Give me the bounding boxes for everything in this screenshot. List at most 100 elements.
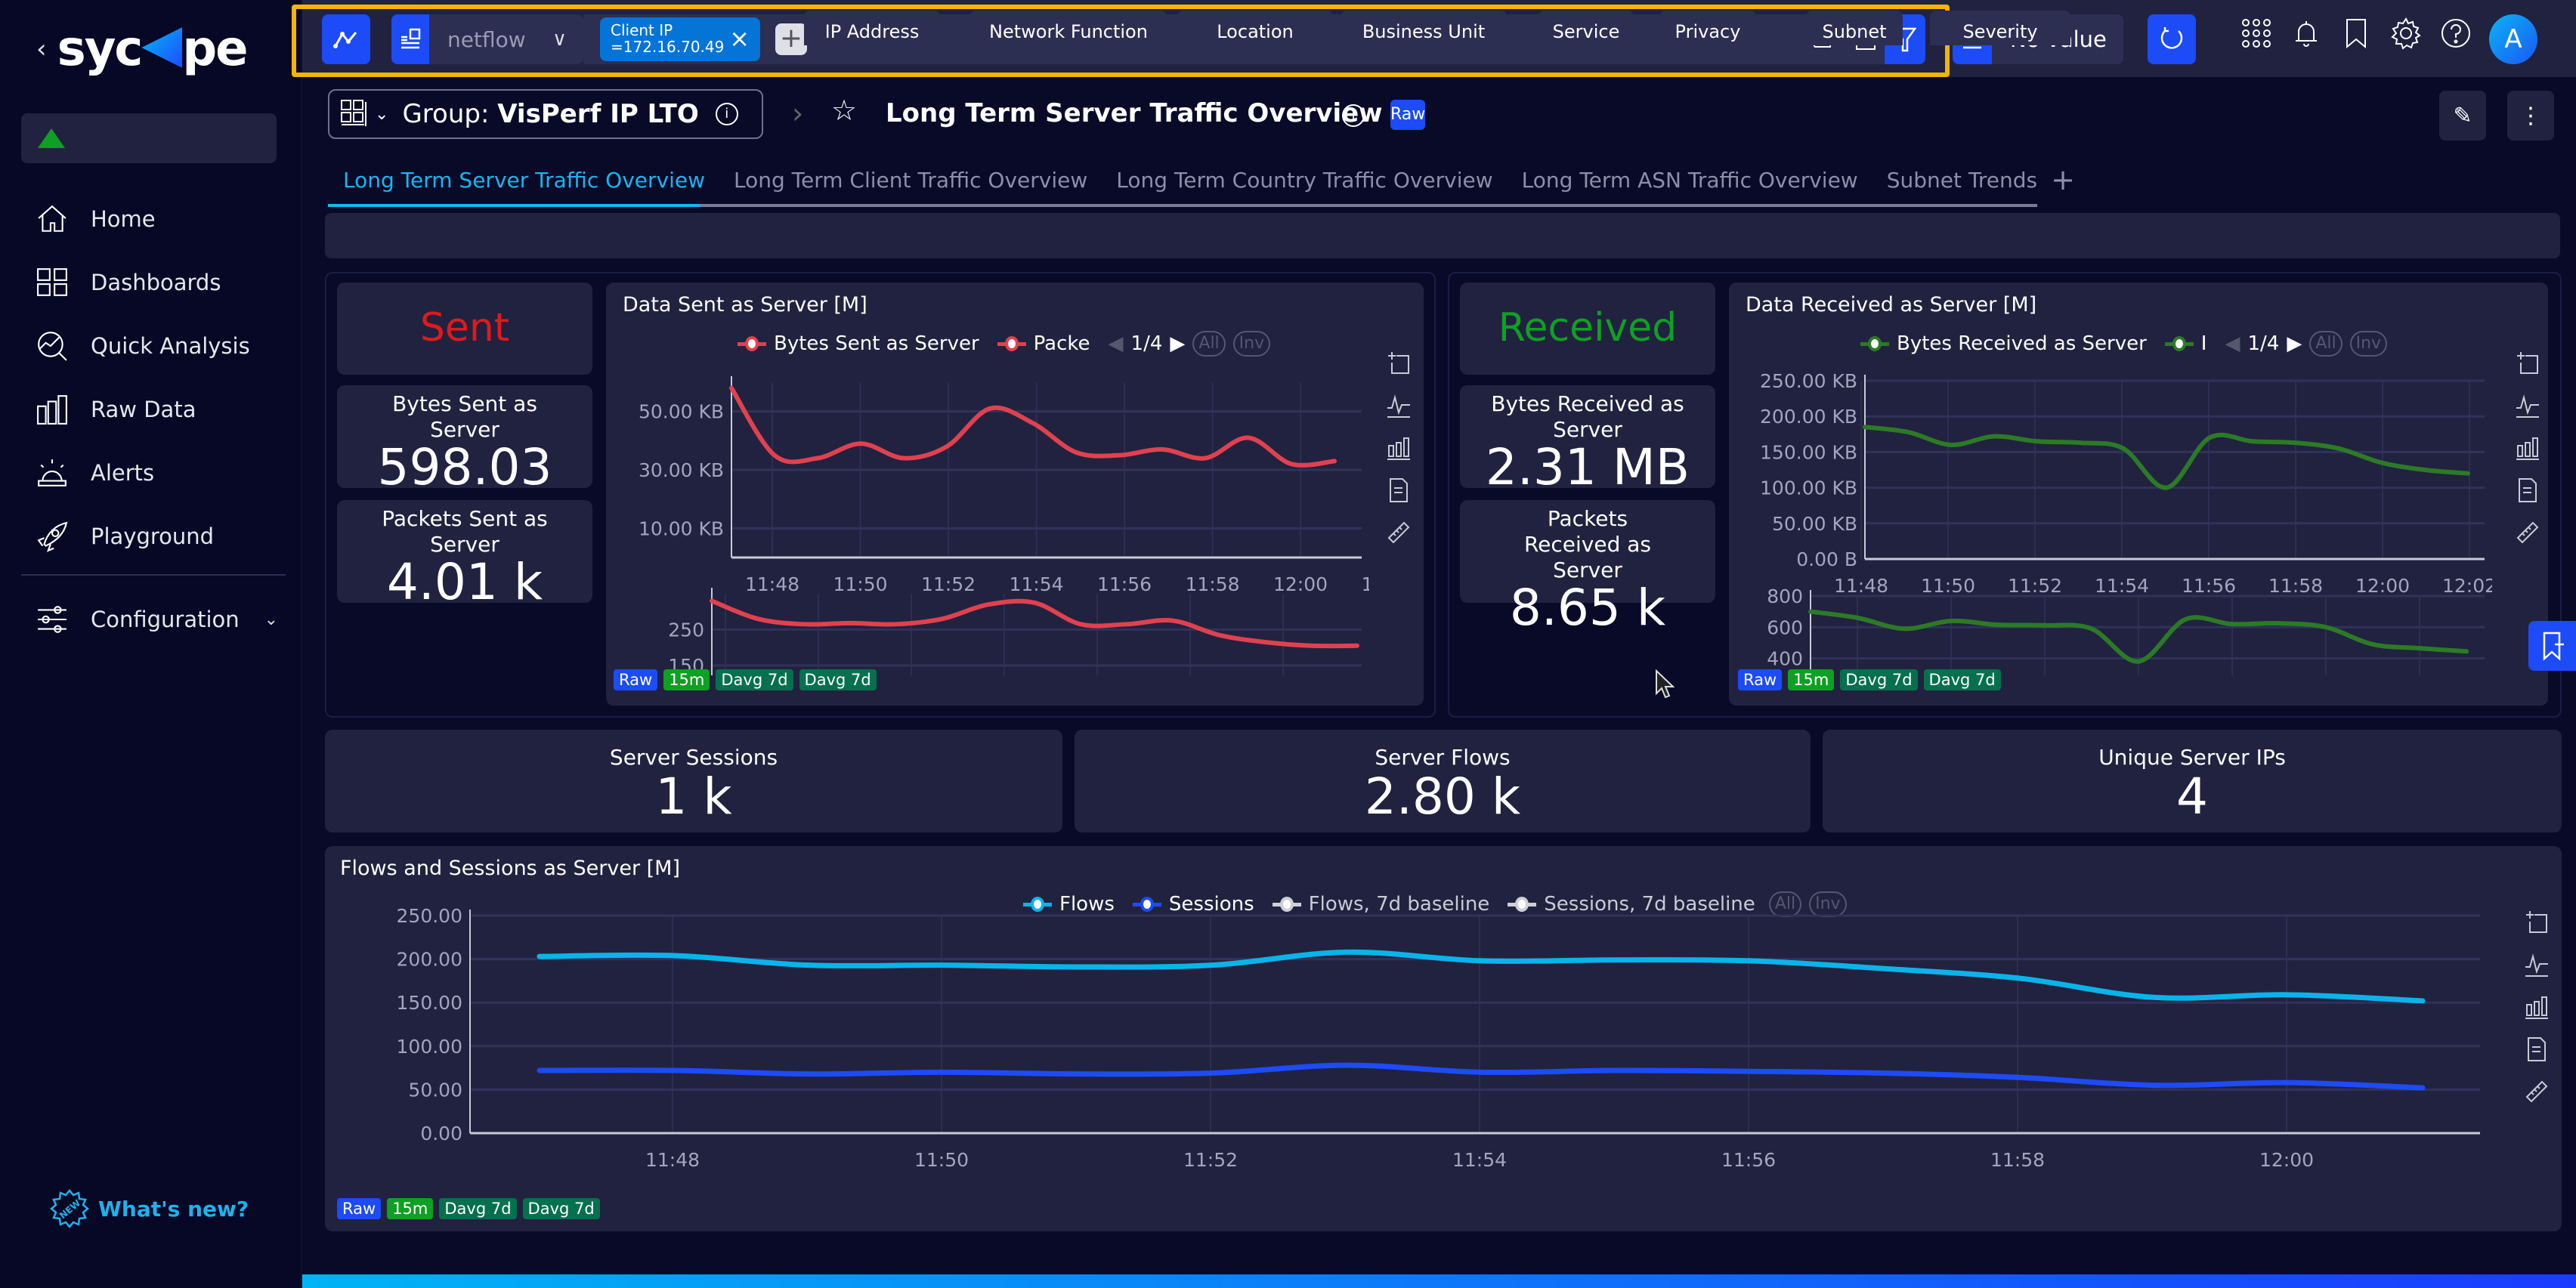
whats-new-link[interactable]: NEW What's new? [50, 1189, 249, 1228]
kpi-value: 4 [2176, 768, 2208, 826]
chevron-down-icon[interactable]: ∨ [552, 28, 567, 51]
kpi-packets-received: Packets Received as Server 8.65 k [1460, 500, 1715, 637]
line-chart-icon [333, 32, 357, 48]
facet-privacy[interactable]: Privacy [1659, 11, 1756, 45]
close-icon[interactable]: × [729, 26, 750, 51]
bookmark-icon[interactable] [2339, 17, 2373, 50]
tab-country-traffic[interactable]: Long Term Country Traffic Overview [1101, 165, 1508, 207]
help-icon[interactable] [2439, 17, 2472, 50]
y-tick-label: 0.00 B [1796, 548, 1857, 570]
add-tab-button[interactable]: + [2051, 165, 2075, 207]
y-tick-label: 800 [1767, 585, 1803, 607]
document-icon[interactable] [1386, 477, 1412, 503]
chart-tools [2524, 910, 2550, 1104]
more-menu-button[interactable]: ⋮ [2507, 91, 2554, 141]
chevron-left-icon[interactable]: ‹ [36, 34, 47, 64]
bar-type-icon[interactable] [1386, 435, 1412, 461]
sidebar-item-home[interactable]: Home [36, 187, 278, 251]
flows-sessions-plot[interactable]: 250.00 200.00 150.00 100.00 50.00 0.00 11:48 11… [325, 907, 2516, 1194]
tab-client-traffic[interactable]: Long Term Client Traffic Overview [719, 165, 1102, 207]
sidebar-item-label: Configuration [91, 607, 240, 632]
status-indicator[interactable] [21, 113, 277, 163]
legend-item[interactable]: Packe [1034, 332, 1090, 355]
datasource-select[interactable]: netflow ∨ [391, 14, 583, 64]
bell-icon[interactable] [2290, 17, 2323, 50]
info-icon[interactable]: i [1342, 104, 1365, 127]
sent-chart-plot[interactable]: 50.00 KB 30.00 KB 10.00 KB 11:48 11:50 11:52 1… [606, 358, 1369, 675]
facet-ip-address[interactable]: IP Address [804, 11, 940, 45]
tab-server-traffic[interactable]: Long Term Server Traffic Overview [328, 165, 720, 207]
ruler-icon[interactable] [2515, 520, 2540, 545]
legend-prev-icon[interactable]: ◀ [1109, 332, 1124, 355]
facet-network-function[interactable]: Network Function [970, 11, 1167, 45]
sidebar-divider [21, 574, 286, 576]
facet-location[interactable]: Location [1177, 11, 1333, 45]
gear-icon[interactable] [2389, 17, 2423, 50]
received-chart-plot[interactable]: 250.00 KB 200.00 KB 150.00 KB 100.00 KB 50.0… [1729, 351, 2492, 675]
x-tick-label: 11:58 [1185, 573, 1239, 595]
line-type-icon[interactable] [1386, 393, 1412, 419]
x-tick-label: 11:52 [1183, 1149, 1238, 1171]
sidebar-nav: Home Dashboards Quick Analysis Raw Data … [36, 187, 278, 568]
facet-business-unit[interactable]: Business Unit [1341, 11, 1507, 45]
bar-type-icon[interactable] [2524, 994, 2550, 1020]
kebab-icon: ⋮ [2519, 102, 2542, 129]
side-bookmark-button[interactable] [2528, 621, 2576, 671]
kpi-value: 4.01 k [386, 553, 543, 611]
facet-service[interactable]: Service [1538, 11, 1634, 45]
sidebar-item-dashboards[interactable]: Dashboards [36, 251, 278, 314]
tag-davg: Davg 7d [439, 1198, 517, 1219]
legend-marker [738, 336, 766, 351]
logo[interactable]: ‹ syc pe [36, 21, 249, 77]
ruler-icon[interactable] [2524, 1079, 2550, 1104]
legend-page: 1/4 [1130, 332, 1163, 355]
edit-button[interactable]: ✎ [2439, 91, 2486, 141]
zoom-select-icon[interactable] [1386, 351, 1412, 376]
y-tick-label: 0.00 [420, 1123, 462, 1144]
filter-chip-client-ip[interactable]: Client IP =172.16.70.49 × [600, 17, 760, 61]
refresh-button[interactable] [2148, 14, 2196, 64]
chart-legend: Bytes Sent as Server Packe ◀ 1/4 ▶ All I… [738, 331, 1271, 357]
x-tick-label: 11:50 [1921, 575, 1975, 597]
add-filter-button[interactable]: + [775, 23, 807, 55]
sidebar-item-alerts[interactable]: Alerts [36, 441, 278, 505]
info-icon[interactable]: i [715, 103, 738, 125]
received-heading-card: Received [1460, 283, 1715, 375]
sidebar-item-playground[interactable]: Playground [36, 505, 278, 568]
group-selector[interactable]: ⌄ Group: VisPerf IP LTO i [328, 89, 763, 139]
sidebar-item-quick-analysis[interactable]: Quick Analysis [36, 314, 278, 378]
sidebar-item-configuration[interactable]: Configuration ⌄ [36, 588, 278, 651]
sidebar-item-raw-data[interactable]: Raw Data [36, 378, 278, 441]
legend-all-button[interactable]: All [1192, 331, 1226, 357]
facet-severity[interactable]: Severity [1930, 11, 2070, 45]
line-type-icon[interactable] [2524, 952, 2550, 978]
tab-asn-traffic[interactable]: Long Term ASN Traffic Overview [1507, 165, 1873, 207]
kpi-unique-server-ips: Unique Server IPs 4 [1823, 730, 2562, 832]
facet-subnet[interactable]: Subnet [1806, 11, 1903, 45]
ruler-icon[interactable] [1386, 520, 1412, 545]
legend-next-icon[interactable]: ▶ [1170, 332, 1185, 355]
y-tick-label: 250.00 KB [1760, 370, 1857, 392]
tag-raw: Raw [614, 669, 658, 690]
user-avatar[interactable]: A [2489, 14, 2537, 64]
legend-item[interactable]: Bytes Sent as Server [774, 332, 979, 355]
star-icon[interactable]: ☆ [831, 94, 857, 127]
query-mode-button[interactable] [322, 14, 370, 64]
x-tick-label: 11:54 [1009, 573, 1063, 595]
new-badge-icon: NEW [50, 1189, 89, 1228]
chevron-down-icon: ⌄ [264, 610, 278, 629]
kpi-value: 2.31 MB [1485, 438, 1690, 496]
legend-inv-button[interactable]: Inv [1232, 331, 1271, 357]
bar-type-icon[interactable] [2515, 435, 2540, 461]
zoom-select-icon[interactable] [2524, 910, 2550, 935]
group-label: Group: VisPerf IP LTO [402, 99, 698, 129]
kpi-label: Bytes Received as Server [1491, 391, 1684, 442]
zoom-select-icon[interactable] [2515, 351, 2540, 376]
y-tick-label: 150.00 [397, 992, 462, 1014]
document-icon[interactable] [2515, 477, 2540, 503]
tab-subnet-trends[interactable]: Subnet Trends [1872, 165, 2052, 207]
line-type-icon[interactable] [2515, 393, 2540, 419]
apps-grid-icon[interactable] [2240, 17, 2273, 50]
configuration-toggle[interactable]: Configuration ⌄ [36, 588, 278, 651]
document-icon[interactable] [2524, 1036, 2550, 1062]
